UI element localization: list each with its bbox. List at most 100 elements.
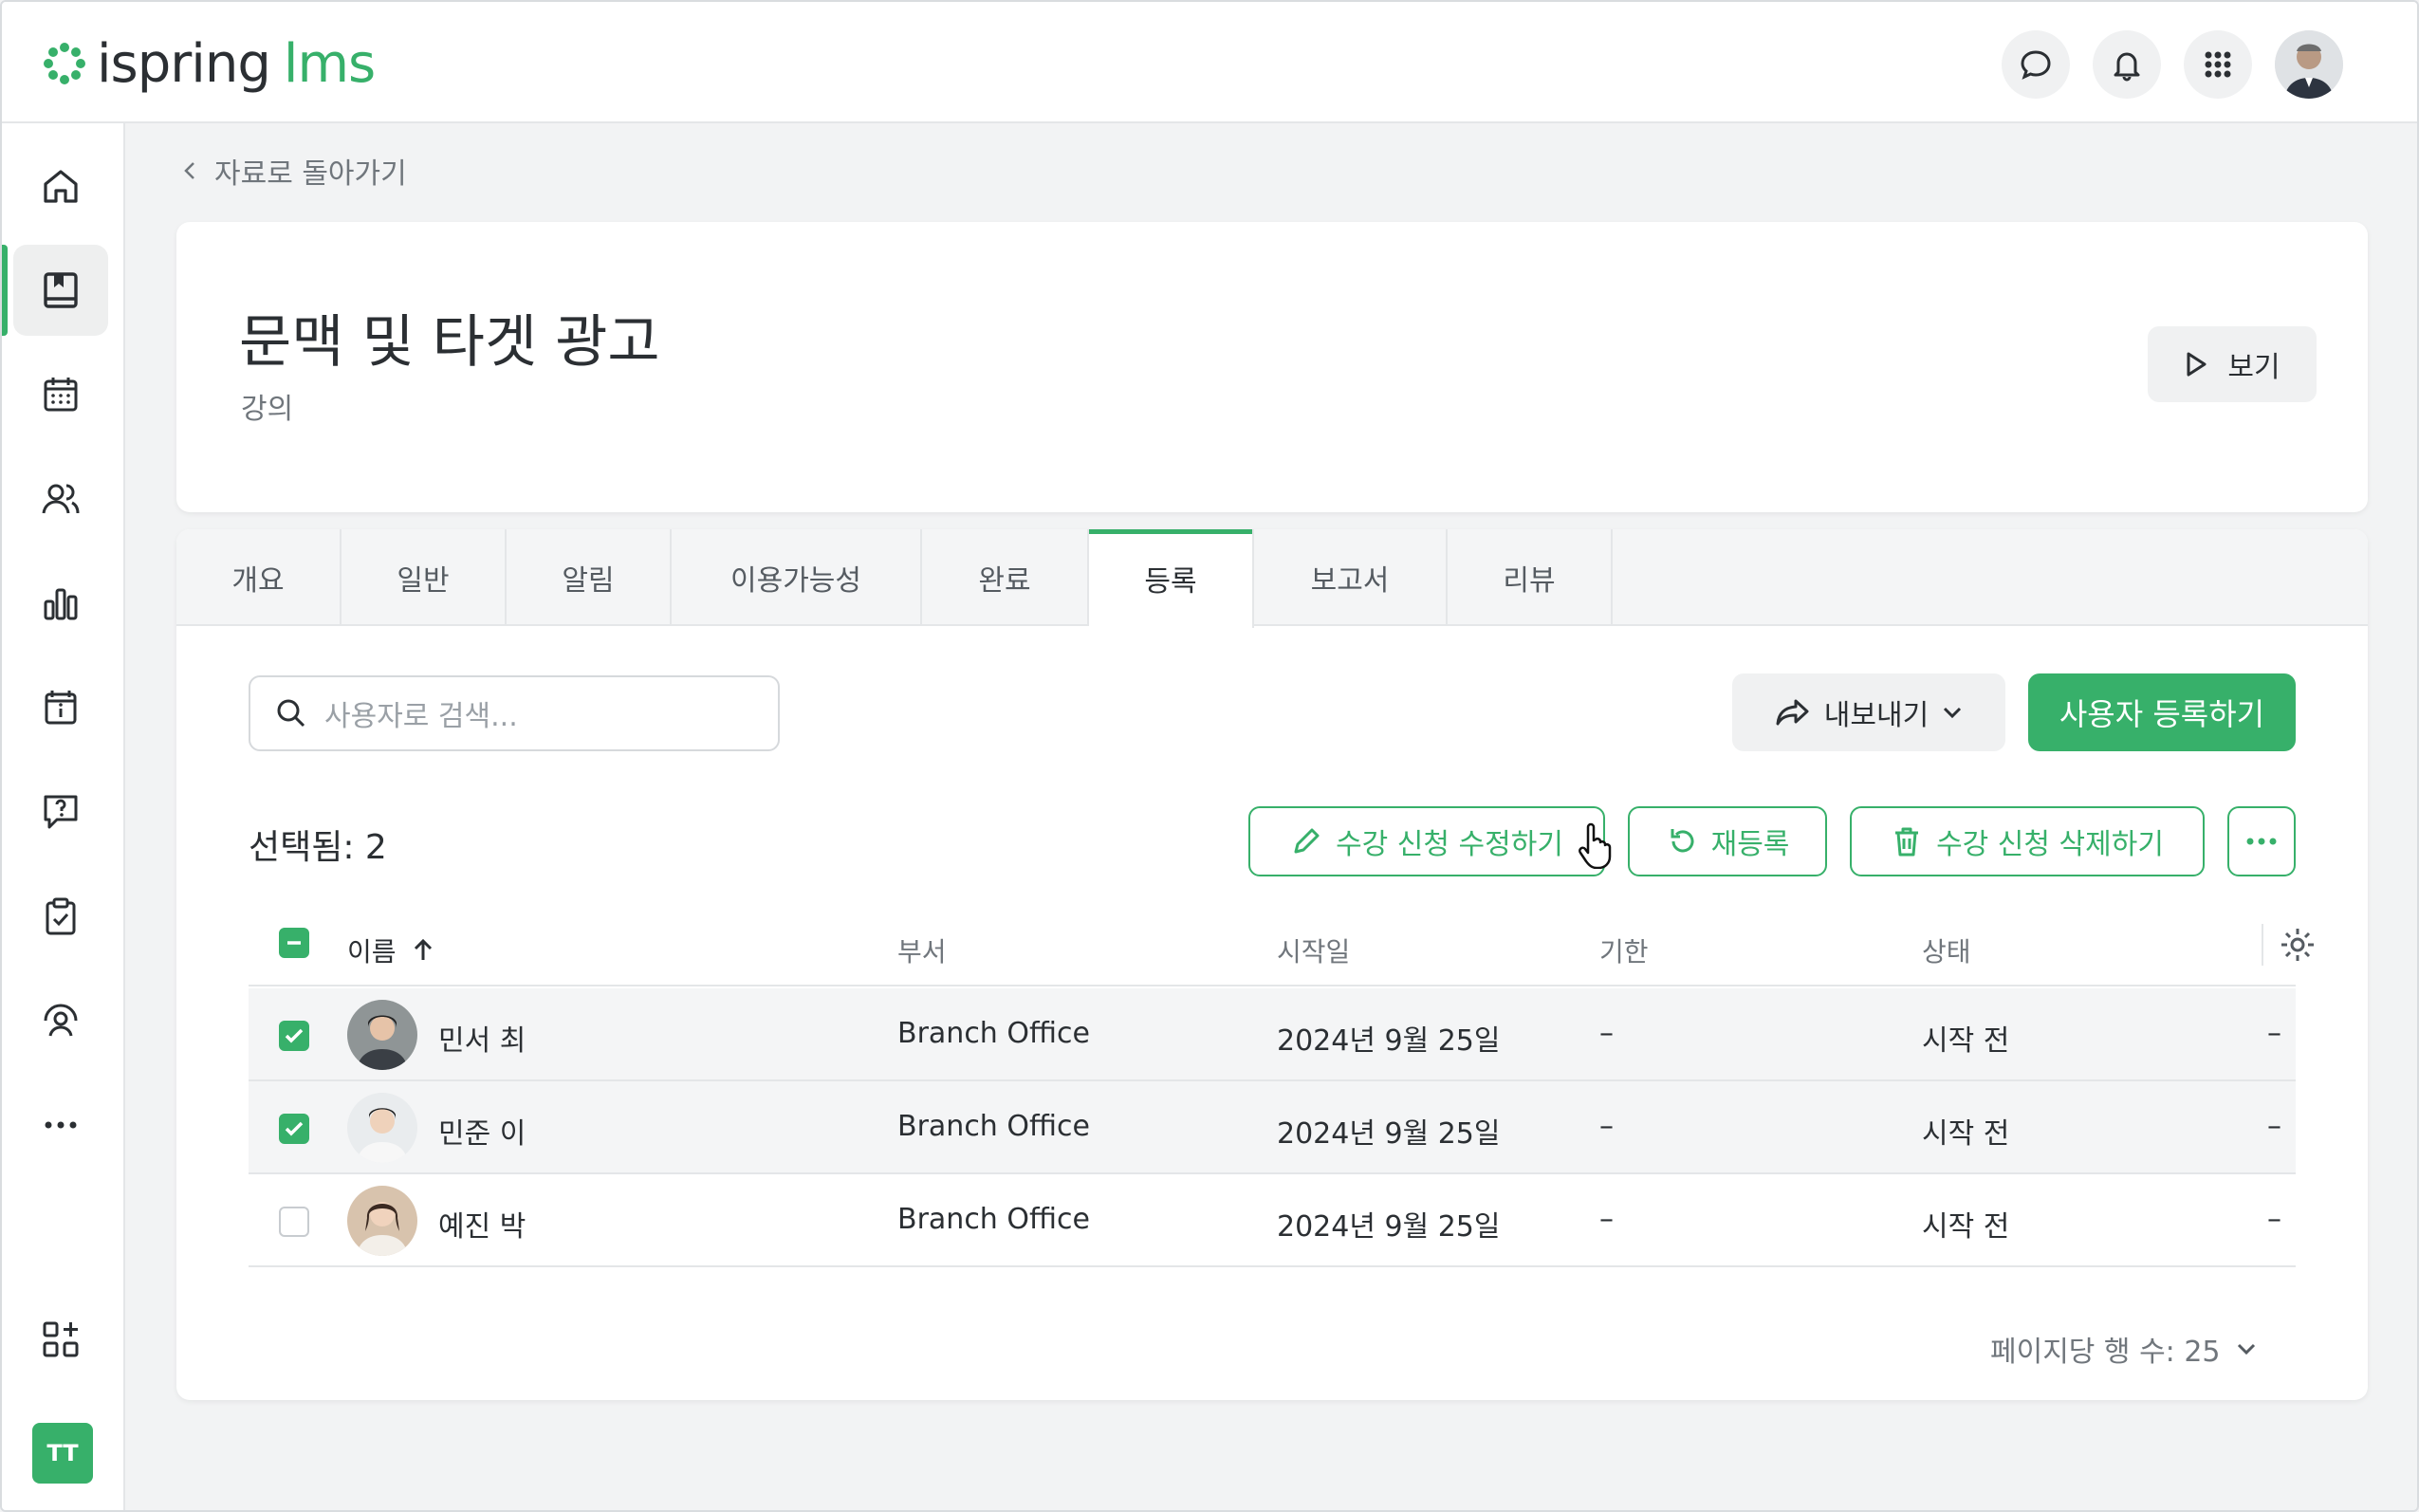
due-date-cell: – — [1599, 1203, 1614, 1236]
tab-general[interactable]: 일반 — [342, 529, 507, 626]
ispring-logo[interactable]: ispring lms — [40, 30, 376, 97]
tab-overview[interactable]: 개요 — [176, 529, 342, 626]
trash-icon — [1895, 827, 1919, 857]
tab-notifications[interactable]: 알림 — [507, 529, 672, 626]
column-header-department[interactable]: 부서 — [897, 931, 947, 969]
tab-reports[interactable]: 보고서 — [1254, 529, 1448, 626]
back-link-label: 자료로 돌아가기 — [214, 157, 407, 191]
sidebar-item-qa[interactable] — [13, 766, 108, 857]
tab-reviews[interactable]: 리뷰 — [1448, 529, 1613, 626]
register-users-button[interactable]: 사용자 등록하기 — [2028, 673, 2296, 751]
pencil-icon — [1294, 828, 1320, 854]
sidebar-item-users[interactable] — [13, 453, 108, 544]
notifications-button[interactable] — [2093, 30, 2161, 99]
table-row[interactable]: 민준 이 Branch Office 2024년 9월 25일 – 시작 전 – — [249, 1081, 2296, 1174]
column-divider — [2262, 924, 2263, 966]
export-button-label: 내보내기 — [1823, 699, 1930, 732]
column-settings-gear-icon[interactable] — [2279, 926, 2317, 964]
department-cell: Branch Office — [897, 1203, 1090, 1236]
page-title: 문맥 및 타겟 광고 — [239, 309, 660, 376]
sidebar-item-courses[interactable] — [13, 245, 108, 336]
column-header-start-date[interactable]: 시작일 — [1277, 931, 1350, 969]
refresh-icon — [1671, 829, 1694, 853]
sidebar-item-tasks[interactable] — [13, 871, 108, 962]
tab-availability[interactable]: 이용가능성 — [672, 529, 922, 626]
view-button[interactable]: 보기 — [2148, 326, 2317, 402]
user-name[interactable]: 민준 이 — [438, 1110, 526, 1152]
search-input[interactable]: 사용자로 검색... — [249, 675, 780, 751]
play-icon — [2187, 352, 2207, 377]
search-placeholder: 사용자로 검색... — [324, 700, 518, 733]
extra-cell: – — [2267, 1110, 2281, 1143]
apps-button[interactable] — [2184, 30, 2252, 99]
row-checkbox[interactable] — [279, 1114, 309, 1144]
tab-label: 일반 — [397, 564, 450, 598]
extra-cell: – — [2267, 1017, 2281, 1050]
share-icon — [1776, 699, 1809, 726]
tab-enrollments[interactable]: 등록 — [1089, 529, 1254, 628]
info-board-icon — [45, 691, 77, 725]
sidebar-item-calendar[interactable] — [13, 349, 108, 440]
tasks-icon — [46, 897, 76, 935]
sidebar-active-indicator — [2, 245, 8, 336]
department-cell: Branch Office — [897, 1017, 1090, 1050]
more-icon — [45, 1121, 77, 1129]
column-header-due-date[interactable]: 기한 — [1599, 931, 1649, 969]
sidebar-item-reports[interactable] — [13, 558, 108, 649]
column-header-status[interactable]: 상태 — [1922, 931, 1971, 969]
user-name[interactable]: 민서 최 — [438, 1017, 526, 1059]
sort-ascending-icon — [414, 938, 432, 960]
enrollments-panel: 개요 일반 알림 이용가능성 완료 등록 보고서 리뷰 사용자로 검색... 내… — [176, 529, 2368, 1400]
extra-cell: – — [2267, 1203, 2281, 1236]
sidebar-item-info-board[interactable] — [13, 662, 108, 753]
courses-icon — [44, 272, 78, 308]
tab-label: 보고서 — [1310, 564, 1390, 598]
search-icon — [277, 699, 305, 728]
status-cell: 시작 전 — [1922, 1117, 2010, 1151]
more-actions-button[interactable] — [2227, 806, 2296, 876]
table-row[interactable]: 민서 최 Branch Office 2024년 9월 25일 – 시작 전 – — [249, 988, 2296, 1081]
sidebar-item-add-widget[interactable] — [13, 1294, 108, 1385]
table-row[interactable]: 예진 박 Branch Office 2024년 9월 25일 – 시작 전 – — [249, 1174, 2296, 1267]
rows-per-page-label: 페이지당 행 수: 25 — [1990, 1336, 2221, 1369]
tab-bar: 개요 일반 알림 이용가능성 완료 등록 보고서 리뷰 — [176, 529, 2368, 628]
sidebar-item-more[interactable] — [13, 1079, 108, 1171]
user-name[interactable]: 예진 박 — [438, 1203, 526, 1245]
reenroll-button[interactable]: 재등록 — [1628, 806, 1827, 876]
user-badge[interactable]: TT — [32, 1423, 93, 1484]
reenroll-label: 재등록 — [1710, 828, 1790, 861]
edit-enrollment-button[interactable]: 수강 신청 수정하기 — [1248, 806, 1605, 876]
tab-completion[interactable]: 완료 — [922, 529, 1089, 626]
edit-enrollment-label: 수강 신청 수정하기 — [1336, 828, 1563, 861]
qa-icon — [44, 795, 78, 829]
column-header-name[interactable]: 이름 — [347, 931, 436, 969]
sidebar-item-coaching[interactable] — [13, 975, 108, 1066]
avatar — [347, 1093, 417, 1163]
tab-label: 알림 — [562, 564, 615, 598]
select-all-checkbox[interactable] — [279, 928, 309, 958]
top-bar: ispring lms — [2, 2, 2417, 123]
chat-button[interactable] — [2002, 30, 2070, 99]
table-header: 이름 부서 시작일 기한 상태 — [249, 905, 2314, 986]
row-checkbox[interactable] — [279, 1021, 309, 1051]
row-checkbox[interactable] — [279, 1207, 309, 1237]
start-date-cell: 2024년 9월 25일 — [1277, 1024, 1501, 1058]
home-icon — [44, 170, 78, 203]
rows-per-page-select[interactable]: 페이지당 행 수: 25 — [1990, 1328, 2257, 1370]
start-date-cell: 2024년 9월 25일 — [1277, 1117, 1501, 1151]
back-link[interactable]: 자료로 돌아가기 — [182, 150, 407, 192]
sidebar-item-home[interactable] — [13, 140, 108, 231]
avatar — [347, 1186, 417, 1256]
delete-enrollment-button[interactable]: 수강 신청 삭제하기 — [1850, 806, 2205, 876]
course-type: 강의 — [241, 393, 294, 426]
calendar-icon — [44, 378, 78, 412]
tab-label: 등록 — [1144, 565, 1197, 599]
chat-icon — [2021, 50, 2051, 80]
export-button[interactable]: 내보내기 — [1732, 673, 2005, 751]
coaching-icon — [44, 1004, 78, 1037]
tab-label: 이용가능성 — [730, 564, 861, 598]
column-name-label: 이름 — [347, 936, 397, 968]
tab-label: 개요 — [231, 564, 285, 598]
logo-text-ispring: ispring — [97, 32, 271, 95]
user-avatar[interactable] — [2275, 30, 2343, 99]
